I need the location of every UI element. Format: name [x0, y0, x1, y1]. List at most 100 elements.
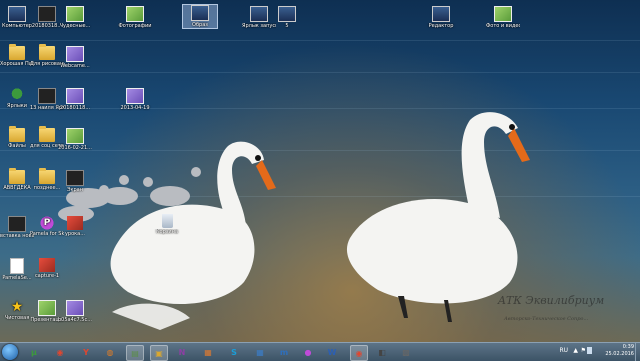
desktop-shortcut[interactable]: capture-1	[30, 258, 64, 279]
desktop-shortcut-label: Редактор	[428, 23, 454, 29]
chrome-2-icon[interactable]: ◉	[350, 345, 368, 361]
desktop-shortcut[interactable]: урока...	[58, 216, 92, 237]
desktop-shortcut-label: Хорошая Папка	[0, 61, 34, 67]
watermark-subtitle: Авторско-Техническое Сопро...	[504, 316, 589, 322]
screenshot-2-icon	[38, 88, 56, 104]
action-center-icon[interactable]: ⚑	[581, 347, 586, 354]
image-2-icon	[66, 88, 84, 104]
taskbar: μ ◉ Y ◍ ▤ ▣ N ▦ S ▦ m ● W ◉ ◧ ▩ RU ▲ ⚑ 0:39 25.02.2016	[0, 342, 640, 361]
desktop-shortcut[interactable]: PamelaSe...	[0, 258, 34, 281]
skype-glyph: S	[231, 347, 237, 357]
onenote-icon[interactable]: N	[174, 345, 190, 359]
desktop-shortcut[interactable]: АВВГДЕКА	[0, 168, 34, 191]
clock[interactable]: 0:39 25.02.2016	[594, 344, 634, 358]
desktop-shortcut[interactable]: Ярлыки	[0, 88, 34, 109]
skype-icon[interactable]: S	[226, 345, 242, 359]
desktop-shortcut[interactable]: Хорошая Папка	[0, 44, 34, 67]
word-icon[interactable]: W	[324, 345, 340, 359]
watermark-logo: AТК Эквилибриум Авторско-Техническое Соп…	[498, 292, 638, 332]
explorer-icon[interactable]: ▣	[150, 345, 168, 361]
folder-6-icon	[39, 168, 55, 184]
desktop-shortcut[interactable]: Фотографии	[118, 6, 152, 29]
desktop-wallpaper: Компьютер 20180318... Чудесные... Фотографи…	[0, 0, 640, 342]
desktop-shortcut[interactable]: ★ Чистовая	[0, 300, 34, 321]
image-4-icon	[66, 300, 84, 316]
desktop-shortcut-label: вставка новая	[0, 233, 34, 239]
firefox-icon[interactable]: ◍	[102, 345, 118, 359]
chrome-icon[interactable]: ◉	[52, 345, 68, 359]
screenshot-3-icon	[66, 170, 84, 186]
tree-icon	[9, 88, 25, 102]
desktop-shortcut-label: урока...	[64, 231, 86, 237]
recycle-bin-icon	[161, 214, 173, 228]
chrome-glyph: ◉	[56, 347, 64, 357]
pamela-icon: P	[39, 216, 55, 230]
photo-app-glyph: ▦	[204, 347, 212, 357]
desktop-shortcut[interactable]: Корзина	[150, 214, 184, 235]
photo-app-icon[interactable]: ▦	[200, 345, 216, 359]
desktop-shortcut-label: b05a4c7.5c...	[58, 317, 92, 323]
folder-2-icon	[39, 44, 55, 60]
desktop-shortcut-label: Ярлыки	[6, 103, 28, 109]
app-shortcut-icon	[250, 6, 268, 22]
desktop-shortcut-label: 20180118...	[59, 105, 91, 111]
folder-5-icon	[9, 168, 25, 184]
pamela-taskbar-icon[interactable]: ●	[300, 345, 316, 359]
desktop-shortcut[interactable]: b05a4c7.5c...	[58, 300, 92, 323]
m-app-icon[interactable]: m	[276, 345, 292, 359]
tiles-glyph: ▦	[256, 347, 264, 357]
desktop-shortcut[interactable]: Компьютер	[0, 6, 34, 29]
yandex-icon[interactable]: Y	[78, 345, 94, 359]
desktop-shortcut[interactable]: 2016-02-21...	[58, 128, 92, 151]
webcam-icon	[66, 46, 84, 62]
presentation-icon	[38, 300, 56, 316]
folder-4-icon	[39, 126, 55, 142]
desktop-shortcut[interactable]: 20180118...	[58, 88, 92, 111]
language-indicator[interactable]: RU	[559, 347, 568, 354]
desktop-shortcut[interactable]: Чудесные...	[58, 6, 92, 29]
clock-date: 25.02.2016	[605, 351, 634, 357]
firefox-glyph: ◍	[106, 347, 114, 357]
desktop-shortcut-label: PamelaSe...	[2, 275, 32, 281]
desktop-shortcut[interactable]: Образ	[182, 4, 218, 29]
lessons-icon	[67, 216, 83, 230]
minimized-window-glyph: ▤	[131, 348, 139, 358]
capture-icon	[39, 258, 55, 272]
swans-wallpaper-image	[58, 112, 530, 330]
onenote-glyph: N	[178, 347, 186, 357]
start-button[interactable]	[2, 344, 18, 360]
desktop-shortcut[interactable]: Файлы	[0, 126, 34, 149]
desktop-shortcut[interactable]: Экран	[58, 170, 92, 193]
recorder-icon[interactable]: ◧	[374, 345, 390, 359]
settings-app-icon[interactable]: ▩	[398, 345, 414, 359]
desktop-shortcut-label: Экран	[66, 187, 84, 193]
paste-icon	[8, 216, 26, 232]
desktop-shortcut-label: Компьютер	[2, 23, 32, 29]
m-app-glyph: m	[279, 347, 289, 357]
desktop-shortcut[interactable]: 5	[270, 6, 304, 29]
desktop-shortcut-label: Чудесные...	[59, 23, 91, 29]
folder-3-icon	[9, 126, 25, 142]
desktop-shortcut-label: АВВГДЕКА	[3, 185, 31, 191]
desktop-shortcut-label: Файлы	[8, 143, 26, 149]
desktop-shortcut[interactable]: Редактор	[424, 6, 458, 29]
computer-icon	[8, 6, 26, 22]
desktop-shortcut-label: Фотографии	[118, 23, 152, 29]
explorer-glyph: ▣	[155, 348, 163, 358]
network-icon[interactable]	[587, 347, 592, 354]
desktop-shortcut[interactable]: вставка новая	[0, 216, 34, 239]
desktop-shortcut-label: 5	[285, 23, 289, 29]
show-desktop-button[interactable]	[635, 343, 640, 361]
tiles-icon[interactable]: ▦	[252, 345, 268, 359]
minimized-window-icon[interactable]: ▤	[126, 345, 144, 361]
tray-expand-icon[interactable]: ▲	[573, 347, 578, 354]
utorrent-icon[interactable]: μ	[26, 345, 42, 359]
desktop-shortcut[interactable]: Фото и видео избранное	[486, 6, 520, 29]
yandex-glyph: Y	[83, 347, 89, 357]
desktop-shortcut[interactable]: 2013-04-19	[118, 88, 152, 111]
desktop-shortcut-label: 2013-04-19	[120, 105, 150, 111]
desktop-shortcut-label: Webcame...	[60, 63, 90, 69]
tools-icon	[432, 6, 450, 22]
desktop-shortcut[interactable]: Webcame...	[58, 46, 92, 69]
settings-app-glyph: ▩	[402, 347, 410, 357]
